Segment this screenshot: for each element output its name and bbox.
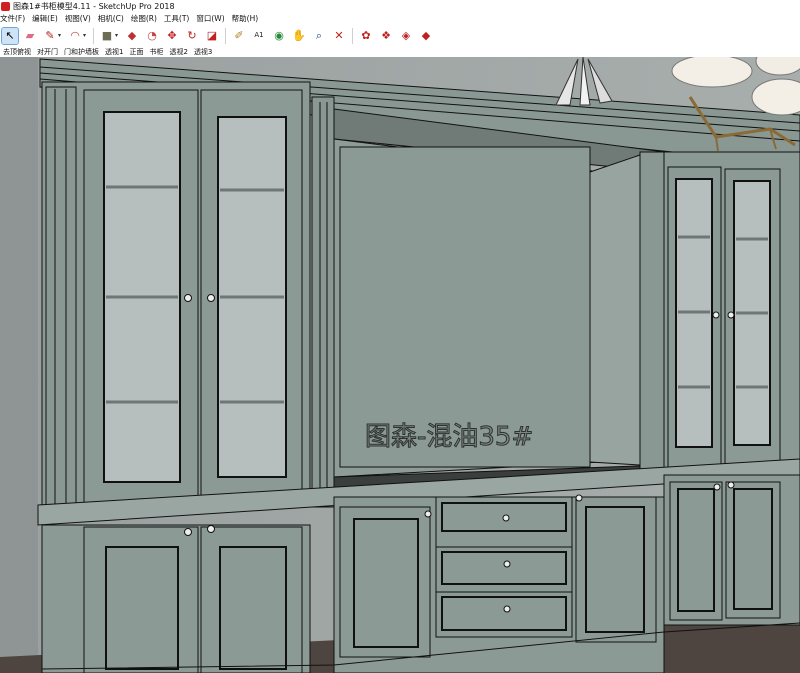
right-upper-cabinet [663, 151, 800, 473]
menu-item-2[interactable]: 视图(V) [65, 13, 91, 24]
menu-item-0[interactable]: 文件(F) [0, 13, 25, 24]
title-bar: 图森1#书柜模型4.11 - SketchUp Pro 2018 [0, 0, 800, 12]
scene-tab-1[interactable]: 对开门 [34, 47, 61, 57]
menu-item-5[interactable]: 工具(T) [164, 13, 189, 24]
dropdown-arrow-icon[interactable]: ▾ [58, 32, 63, 39]
left-lower-cabinet [41, 524, 311, 673]
send-to-layout-icon[interactable]: ◈ [398, 28, 414, 44]
scene-tab-4[interactable]: 正面 [126, 47, 146, 57]
base-door-left[interactable] [83, 526, 199, 673]
extension-warehouse-icon[interactable]: ❖ [378, 28, 394, 44]
dropdown-arrow-icon[interactable]: ▾ [115, 32, 120, 39]
arc-tool-icon[interactable]: ◠ [67, 28, 83, 44]
menu-item-1[interactable]: 编辑(E) [32, 13, 58, 24]
drawer-middle[interactable] [435, 546, 573, 593]
window-title: 图森1#书柜模型4.11 - SketchUp Pro 2018 [13, 1, 175, 11]
menu-item-7[interactable]: 帮助(H) [232, 13, 259, 24]
eraser-tool-icon[interactable]: ▰ [22, 28, 38, 44]
left-upper-cabinet [41, 81, 311, 508]
scene-tab-0[interactable]: 去顶俯视 [0, 47, 34, 57]
pilaster-left [311, 96, 335, 508]
zoom-extents-tool-icon[interactable]: ✕ [331, 28, 347, 44]
toolbar: ↖ ▰ ✎ ▾ ◠ ▾ ■ ▾ ◆ ◔ ✥ ↻ ◪ ✐ A1 ◉ ✋ ⌕ ✕ ✿ ❖ ◈ ◆ [0, 25, 800, 46]
scene-tab-2[interactable]: 门和护墙板 [61, 47, 102, 57]
text-tool-icon[interactable]: A1 [251, 28, 267, 44]
menu-item-3[interactable]: 相机(C) [98, 13, 124, 24]
toolbar-separator [225, 27, 226, 44]
orbit-tool-icon[interactable]: ✋ [291, 28, 307, 44]
scale-tool-icon[interactable]: ◪ [204, 28, 220, 44]
pencil-tool-icon[interactable]: ✎ [42, 28, 58, 44]
extension-manager-icon[interactable]: ◆ [418, 28, 434, 44]
sketchup-logo-icon [1, 1, 10, 11]
scene-tab-6[interactable]: 透视2 [166, 47, 190, 57]
rotate-tool-icon[interactable]: ↻ [184, 28, 200, 44]
zoom-tool-icon[interactable]: ⌕ [311, 28, 327, 44]
select-tool-icon[interactable]: ↖ [1, 26, 19, 45]
toolbar-separator [352, 27, 353, 44]
center-lower-cabinet [333, 494, 665, 673]
warehouse-icon[interactable]: ✿ [358, 28, 374, 44]
tv-niche: 图森-混油35# [333, 108, 666, 498]
scene-tab-5[interactable]: 书柜 [146, 47, 166, 57]
tape-measure-tool-icon[interactable]: ✐ [231, 28, 247, 44]
watermark-text: 图森-混油35# [365, 422, 533, 452]
offset-tool-icon[interactable]: ◔ [144, 28, 160, 44]
left-wall [0, 57, 38, 673]
scene-tabs: 去顶俯视 对开门 门和护墙板 透视1 正面 书柜 透视2 透视3 [0, 46, 800, 57]
scene-tab-3[interactable]: 透视1 [102, 47, 126, 57]
shapes-tool-icon[interactable]: ■ [99, 28, 115, 44]
right-lower-cabinet [663, 474, 800, 626]
dropdown-arrow-icon[interactable]: ▾ [83, 32, 88, 39]
menu-item-6[interactable]: 窗口(W) [196, 13, 224, 24]
paint-bucket-tool-icon[interactable]: ◉ [271, 28, 287, 44]
pilaster-right [639, 151, 665, 473]
menu-bar: 文件(F) 编辑(E) 视图(V) 相机(C) 绘图(R) 工具(T) 窗口(W) 帮助(H) [0, 12, 800, 25]
push-pull-tool-icon[interactable]: ◆ [124, 28, 140, 44]
toolbar-separator [93, 27, 94, 44]
menu-item-4[interactable]: 绘图(R) [131, 13, 157, 24]
drawer-top[interactable] [435, 496, 573, 548]
move-tool-icon[interactable]: ✥ [164, 28, 180, 44]
scene-tab-7[interactable]: 透视3 [191, 47, 215, 57]
model-viewport[interactable]: 图森-混油35# [0, 57, 800, 673]
